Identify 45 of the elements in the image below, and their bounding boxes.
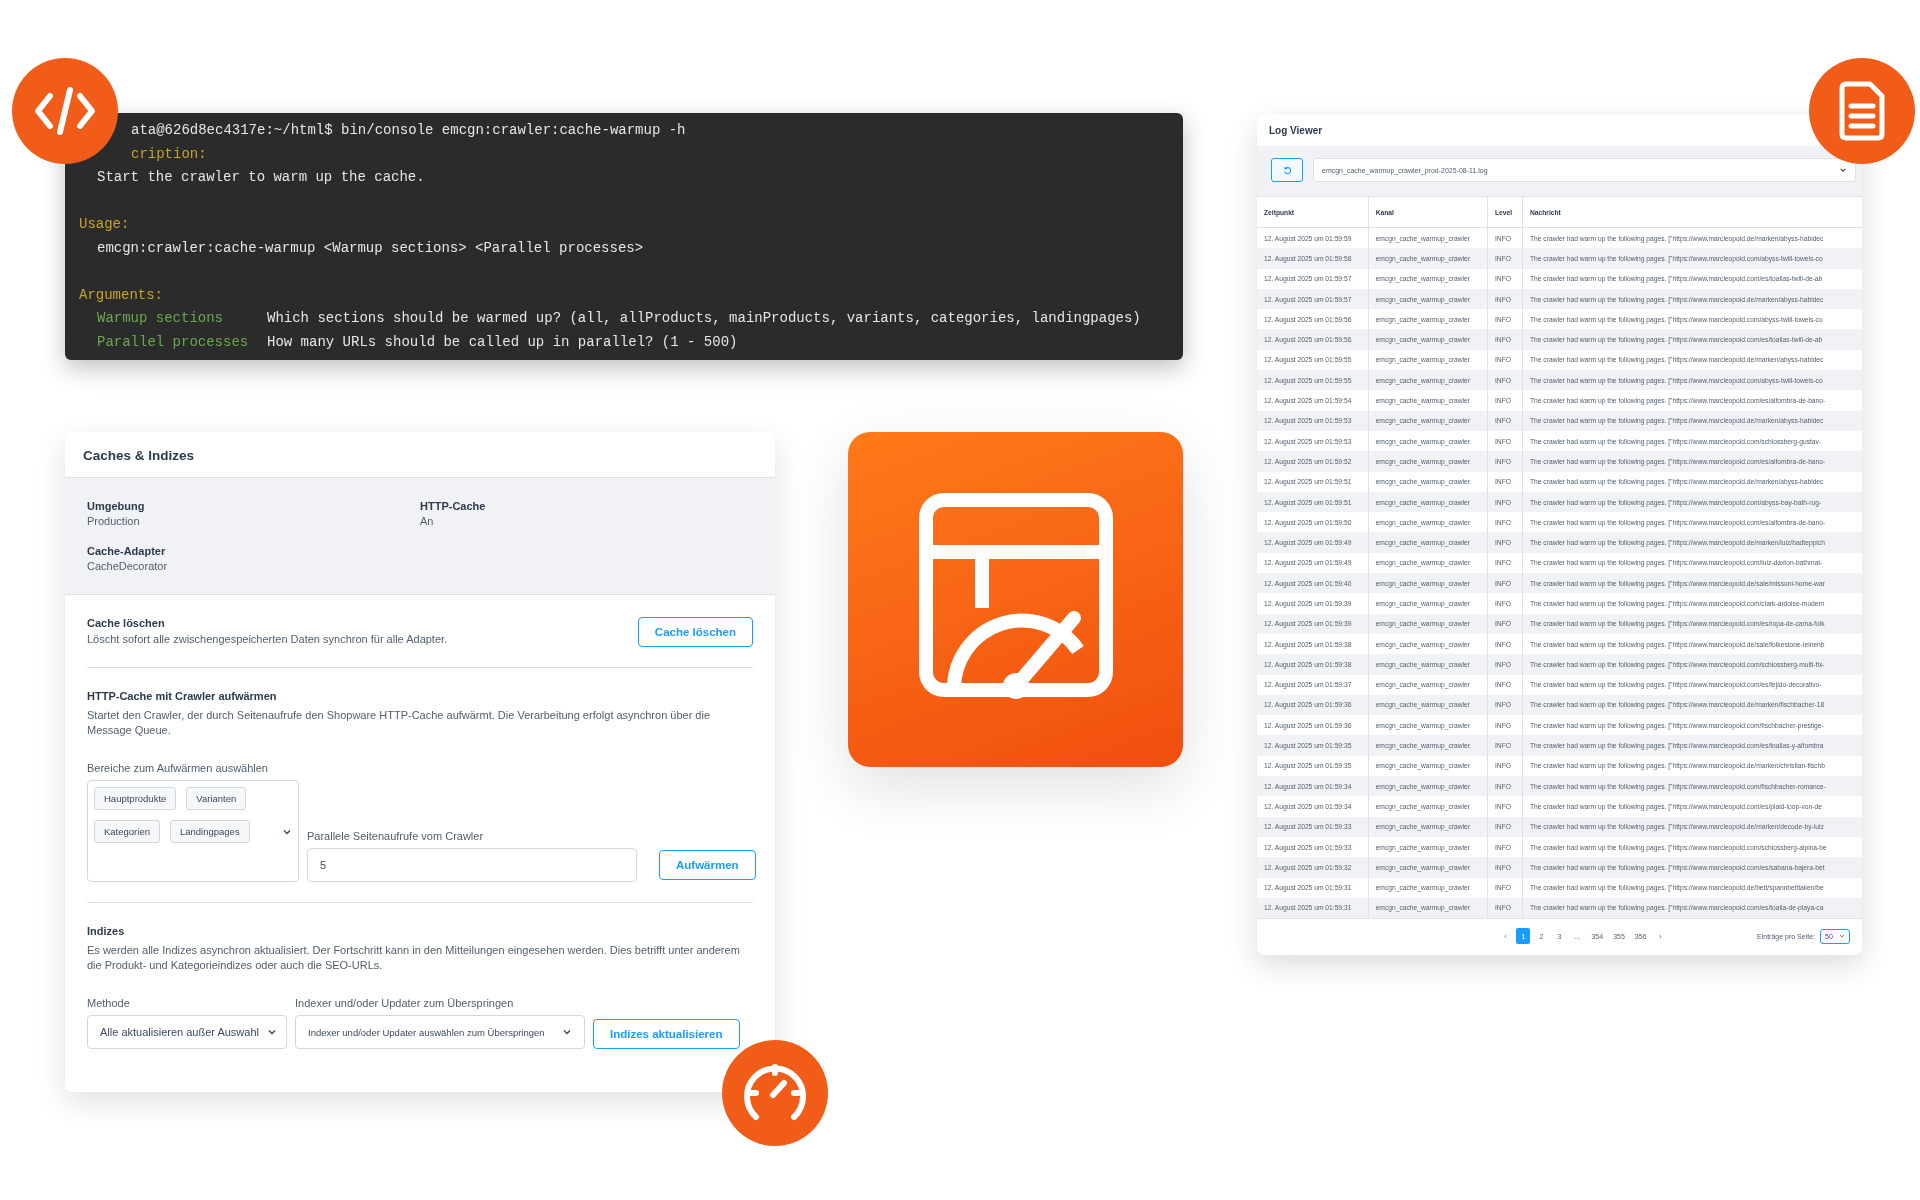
terminal-heading: Usage: — [79, 215, 131, 234]
chevron-down-icon — [282, 827, 292, 837]
speedometer-icon — [742, 1063, 808, 1123]
info-value: CacheDecorator — [87, 560, 169, 572]
field-label: Methode — [87, 997, 131, 1009]
refresh-icon — [1282, 165, 1292, 175]
terminal-text: Start the crawler to warm up the cache. — [96, 168, 426, 187]
method-select[interactable]: Alle aktualisieren außer Auswahl — [87, 1015, 287, 1049]
terminal-heading: cription: — [130, 144, 208, 164]
info-value: Production — [87, 515, 141, 527]
terminal-command: ata@626d8ec4317e:~/html$ bin/console emcgn:crawler:cache-warmup -h — [130, 121, 687, 140]
info-label: Cache-Adapter — [87, 545, 167, 557]
argument-description: Which sections should be warmed up? (all, allProducts, mainProducts, variants, categories, landingpages) — [267, 309, 1141, 328]
argument-description: How many URLs should be called up in parallel? (1 - 500) — [267, 332, 738, 352]
chevron-down-icon — [1839, 166, 1847, 174]
sections-multiselect[interactable]: Hauptprodukte Varianten Kategorien Landingpages — [87, 780, 299, 882]
field-label: Bereiche zum Aufwärmen auswählen — [87, 762, 269, 774]
terminal-heading: Arguments: — [79, 285, 164, 305]
selected-tag[interactable]: Kategorien — [94, 820, 160, 843]
argument-name: Warmup sections — [97, 309, 225, 328]
info-value: An — [420, 515, 435, 527]
chevron-down-icon — [267, 1027, 277, 1037]
code-icon — [34, 86, 96, 136]
refresh-button[interactable] — [1271, 158, 1303, 182]
selected-tag[interactable]: Hauptprodukte — [94, 787, 177, 810]
skip-indexer-select[interactable]: Indexer und/oder Updater auswählen zum Überspringen — [295, 1015, 585, 1049]
section-title: HTTP-Cache mit Crawler aufwärmen — [87, 690, 278, 702]
selected-tag[interactable]: Landingpages — [169, 820, 250, 843]
document-icon — [1837, 80, 1887, 142]
parallel-input-field[interactable]: 5 — [307, 848, 637, 882]
info-label: HTTP-Cache — [420, 500, 487, 512]
info-label: Umgebung — [87, 500, 146, 512]
field-label: Indexer und/oder Updater zum Überspringen — [295, 997, 515, 1009]
section-description: Es werden alle Indizes asynchron aktualisiert. Der Fortschritt kann in den Mitteilungen eingesehen werden. Dies betrifft unter anderem die Produkt- und Kategorieindizes oder auch die SEO-URLs. — [87, 943, 741, 973]
section-description: Löscht sofort alle zwischengespeicherten Daten synchron für alle Adapter. — [87, 632, 449, 647]
chevron-down-icon — [562, 1027, 572, 1037]
section-description: Startet den Crawler, der durch Seitenaufrufe den Shopware HTTP-Cache aufwärmt. Die Verarbeitung erfolgt asynchron über die Message Queue. — [87, 708, 712, 738]
section-title: Indizes — [87, 925, 126, 937]
panel-title: Log Viewer — [1268, 124, 1324, 138]
chevron-down-icon — [1839, 933, 1845, 940]
field-label: Parallele Seitenaufrufe vom Crawler — [307, 830, 485, 842]
argument-name: Parallel processes — [97, 332, 250, 352]
section-title: Cache löschen — [87, 617, 166, 629]
terminal-text: emcgn:crawler:cache-warmup <Warmup sections> <Parallel processes> — [96, 238, 645, 258]
selected-tag[interactable]: Varianten — [186, 787, 247, 810]
